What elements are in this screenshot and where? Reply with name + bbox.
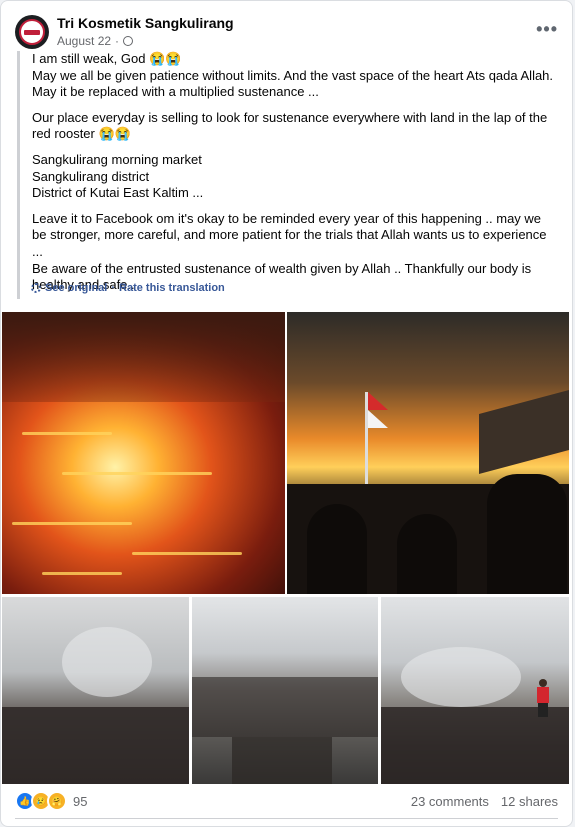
globe-icon <box>123 36 134 46</box>
text-line: Sangkulirang district <box>32 168 150 184</box>
paragraph-2: Our place everyday is selling to look fo… <box>32 110 557 143</box>
reaction-count[interactable]: 95 <box>73 794 87 809</box>
paragraph-1: I am still weak, God 😭😭 May we all be gi… <box>32 51 557 101</box>
comments-count[interactable]: 23 comments <box>411 794 489 809</box>
paragraph-3: Sangkulirang morning market Sangkulirang… <box>32 152 557 202</box>
post-meta: August 22 · <box>57 34 134 48</box>
care-reaction-icon: 🤗 <box>47 791 67 811</box>
photo-fire-aerial[interactable] <box>2 312 285 594</box>
firefighter <box>535 677 551 717</box>
photo-fire-crowd[interactable] <box>287 312 569 594</box>
page-name[interactable]: Tri Kosmetik Sangkulirang <box>57 15 234 31</box>
post-card: Tri Kosmetik Sangkulirang August 22 · ••… <box>0 0 573 827</box>
translation-bar: See original · Rate this translation <box>31 282 225 294</box>
see-original-link[interactable]: See original <box>45 282 107 294</box>
post-text: I am still weak, God 😭😭 May we all be gi… <box>17 51 557 299</box>
text-line: Our place everyday is selling to look fo… <box>32 109 548 142</box>
rate-translation-link[interactable]: Rate this translation <box>119 282 225 294</box>
reactions[interactable]: 👍 😢 🤗 95 <box>15 791 87 811</box>
photo-ruins-1[interactable] <box>2 597 189 784</box>
text-line: May it be replaced with a multiplied sus… <box>32 84 319 100</box>
more-options-icon[interactable]: ••• <box>536 19 558 40</box>
photo-ruins-3[interactable] <box>381 597 569 784</box>
separator-dot: · <box>115 34 120 48</box>
text-line: Sangkulirang morning market <box>32 151 202 167</box>
text-line: I am still weak, God 😭😭 <box>32 51 182 66</box>
page-avatar[interactable] <box>15 15 49 49</box>
post-header: Tri Kosmetik Sangkulirang August 22 · ••… <box>15 15 558 51</box>
text-line: May we all be given patience without lim… <box>32 67 554 83</box>
photo-ruins-2[interactable] <box>192 597 378 784</box>
avatar-logo <box>19 19 45 45</box>
text-line: District of Kutai East Kaltim ... <box>32 185 204 201</box>
post-date[interactable]: August 22 <box>57 34 111 48</box>
engagement-stats: 23 comments 12 shares <box>411 794 558 809</box>
gear-icon <box>31 283 41 293</box>
footer-divider <box>15 818 558 819</box>
text-line: Leave it to Facebook om it's okay to be … <box>32 210 547 259</box>
post-footer: 👍 😢 🤗 95 23 comments 12 shares <box>15 788 558 814</box>
separator-dot: · <box>111 282 116 294</box>
shares-count[interactable]: 12 shares <box>501 794 558 809</box>
